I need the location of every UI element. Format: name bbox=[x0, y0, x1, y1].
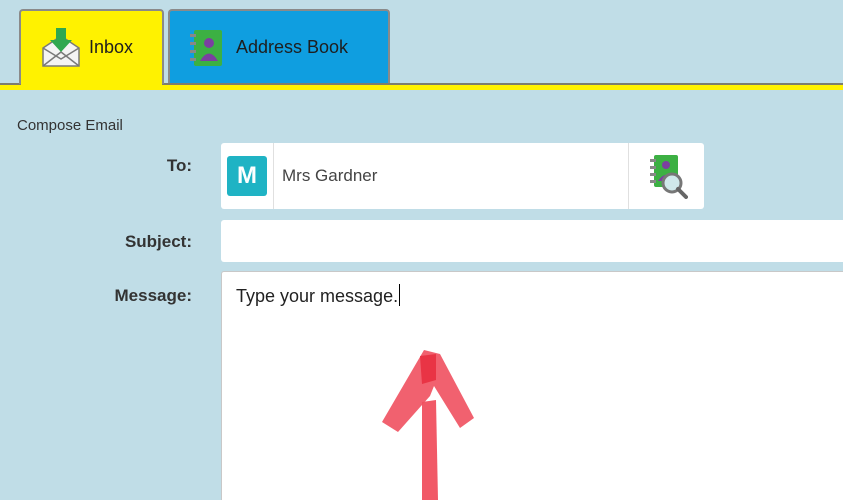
message-text: Type your message. bbox=[236, 286, 399, 306]
divider bbox=[273, 143, 274, 209]
compose-title: Compose Email bbox=[17, 117, 123, 134]
message-label: Message: bbox=[114, 286, 192, 305]
tab-bar: Inbox Address Book bbox=[0, 0, 843, 90]
active-tab-join bbox=[21, 82, 162, 86]
to-label: To: bbox=[166, 156, 192, 175]
address-book-search-icon bbox=[649, 155, 688, 199]
address-book-icon bbox=[190, 29, 222, 66]
red-arrow-annotation-icon bbox=[382, 350, 474, 500]
tab-inbox-label: Inbox bbox=[89, 37, 134, 57]
address-lookup-button[interactable] bbox=[629, 143, 704, 209]
recipient-field[interactable]: M Mrs Gardner bbox=[221, 143, 704, 209]
tab-inbox[interactable]: Inbox bbox=[19, 9, 164, 84]
message-textarea[interactable]: Type your message. bbox=[221, 271, 843, 500]
tab-address-book[interactable]: Address Book bbox=[168, 9, 390, 84]
tab-address-book-label: Address Book bbox=[236, 37, 349, 57]
subject-input[interactable] bbox=[221, 220, 843, 262]
text-caret bbox=[399, 284, 401, 306]
recipient-avatar: M bbox=[227, 156, 267, 196]
subject-label: Subject: bbox=[124, 232, 192, 251]
inbox-tray-icon bbox=[42, 27, 80, 67]
recipient-name: Mrs Gardner bbox=[282, 166, 378, 185]
